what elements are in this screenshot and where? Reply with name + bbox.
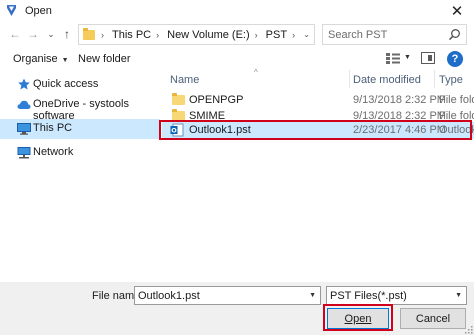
column-header-name[interactable]: Name <box>170 74 199 92</box>
view-dropdown-icon[interactable]: ▼ <box>404 54 411 61</box>
sidebar-item-network[interactable]: Network <box>0 143 160 163</box>
help-icon[interactable]: ? <box>447 51 463 67</box>
breadcrumb-separator: › <box>101 29 104 40</box>
network-icon <box>17 147 31 159</box>
column-divider[interactable] <box>434 70 435 88</box>
cancel-button[interactable]: Cancel <box>400 308 466 329</box>
column-divider[interactable] <box>349 70 350 88</box>
column-header-date[interactable]: Date modified <box>353 74 421 92</box>
organise-button[interactable]: Organise ▼ <box>13 53 69 65</box>
chevron-down-icon[interactable]: ⌄ <box>303 30 310 39</box>
breadcrumb-pst[interactable]: PST › <box>266 29 299 41</box>
close-button[interactable]: ✕ <box>440 0 474 22</box>
resize-grip-icon[interactable] <box>463 324 473 334</box>
recent-locations-dropdown[interactable]: ⌄ <box>44 26 58 42</box>
chevron-down-icon[interactable]: ▼ <box>455 292 462 299</box>
breadcrumb-this-pc[interactable]: This PC › <box>112 29 163 41</box>
file-row-openpgp[interactable]: OPENPGP 9/13/2018 2:32 PM File folder <box>162 92 474 109</box>
file-type-select[interactable]: PST Files(*.pst) ▼ <box>326 286 467 305</box>
address-bar[interactable]: › This PC › New Volume (E:) › PST › ⌄ <box>78 24 315 45</box>
dialog-footer: File name: Outlook1.pst ▼ PST Files(*.ps… <box>0 282 474 335</box>
forward-button[interactable]: → <box>26 26 40 42</box>
command-bar: Organise ▼ New folder ▼ ? <box>0 48 474 70</box>
view-options-icon[interactable] <box>386 53 400 64</box>
selected-file-highlight <box>159 120 472 140</box>
folder-icon <box>172 93 185 105</box>
sidebar-item-this-pc[interactable]: This PC <box>0 119 160 139</box>
search-input[interactable]: Search PST <box>322 24 467 45</box>
window-title: Open <box>25 5 52 17</box>
star-icon <box>18 78 30 90</box>
navigation-bar: ← → ⌄ ↑ › This PC › New Volume (E:) › PS… <box>0 22 474 46</box>
search-placeholder: Search PST <box>328 29 388 41</box>
file-name-input[interactable]: Outlook1.pst ▼ <box>134 286 321 305</box>
open-button-highlight <box>323 304 393 331</box>
chevron-down-icon[interactable]: ▼ <box>309 292 316 299</box>
cloud-icon <box>17 100 31 109</box>
computer-icon <box>17 123 31 135</box>
sort-ascending-icon: ^ <box>254 68 258 77</box>
folder-icon <box>83 27 95 40</box>
file-list: ^ Name Date modified Type OPENPGP 9/13/2… <box>162 68 474 282</box>
app-icon <box>7 5 16 16</box>
new-folder-button[interactable]: New folder <box>78 53 131 65</box>
column-header-type[interactable]: Type <box>439 74 463 92</box>
preview-pane-icon[interactable] <box>421 52 435 64</box>
breadcrumb-new-volume[interactable]: New Volume (E:) › <box>167 29 262 41</box>
navigation-pane: Quick access OneDrive - systools softwar… <box>0 70 160 282</box>
title-bar: Open ✕ <box>0 0 474 22</box>
search-icon <box>448 29 460 41</box>
sidebar-item-quick-access[interactable]: Quick access <box>0 75 160 95</box>
back-button[interactable]: ← <box>8 26 22 42</box>
sidebar-item-onedrive[interactable]: OneDrive - systools software <box>0 95 160 122</box>
up-button[interactable]: ↑ <box>60 26 74 42</box>
